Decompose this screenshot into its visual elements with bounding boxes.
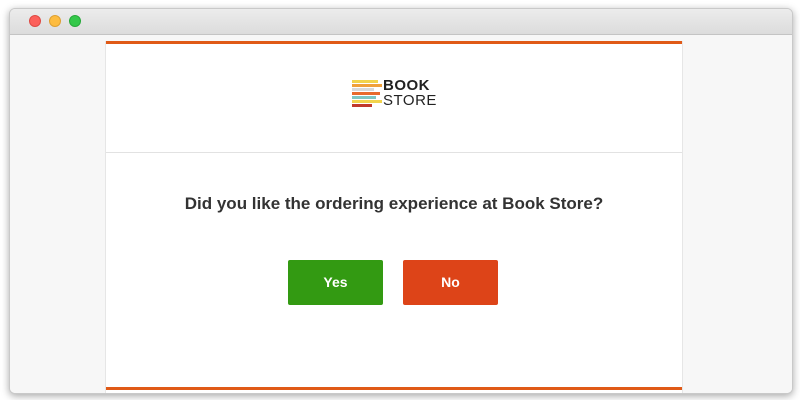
logo-text: BOOK STORE <box>383 78 437 108</box>
logo-stripe <box>352 84 382 87</box>
window-content: BOOK STORE Did you like the ordering exp… <box>10 35 792 393</box>
email-card: BOOK STORE Did you like the ordering exp… <box>105 41 683 393</box>
logo-stripe <box>352 92 380 95</box>
browser-window: BOOK STORE Did you like the ordering exp… <box>9 8 793 394</box>
logo-line1: BOOK <box>383 77 430 94</box>
maximize-icon[interactable] <box>69 15 81 27</box>
logo-stripe <box>352 88 374 91</box>
no-button[interactable]: No <box>403 260 498 305</box>
logo-book-stripes-icon <box>352 80 382 110</box>
bookstore-logo: BOOK STORE <box>352 78 442 112</box>
yes-button[interactable]: Yes <box>288 260 383 305</box>
logo-line2: STORE <box>383 92 437 109</box>
logo-stripe <box>352 100 382 103</box>
close-icon[interactable] <box>29 15 41 27</box>
top-accent-bar <box>106 41 682 44</box>
feedback-question: Did you like the ordering experience at … <box>184 194 604 213</box>
logo-stripe <box>352 80 378 83</box>
minimize-icon[interactable] <box>49 15 61 27</box>
bottom-accent-bar <box>106 387 682 390</box>
logo-stripe <box>352 104 372 107</box>
header-divider <box>106 152 682 153</box>
window-titlebar <box>10 9 792 35</box>
logo-stripe <box>352 96 376 99</box>
